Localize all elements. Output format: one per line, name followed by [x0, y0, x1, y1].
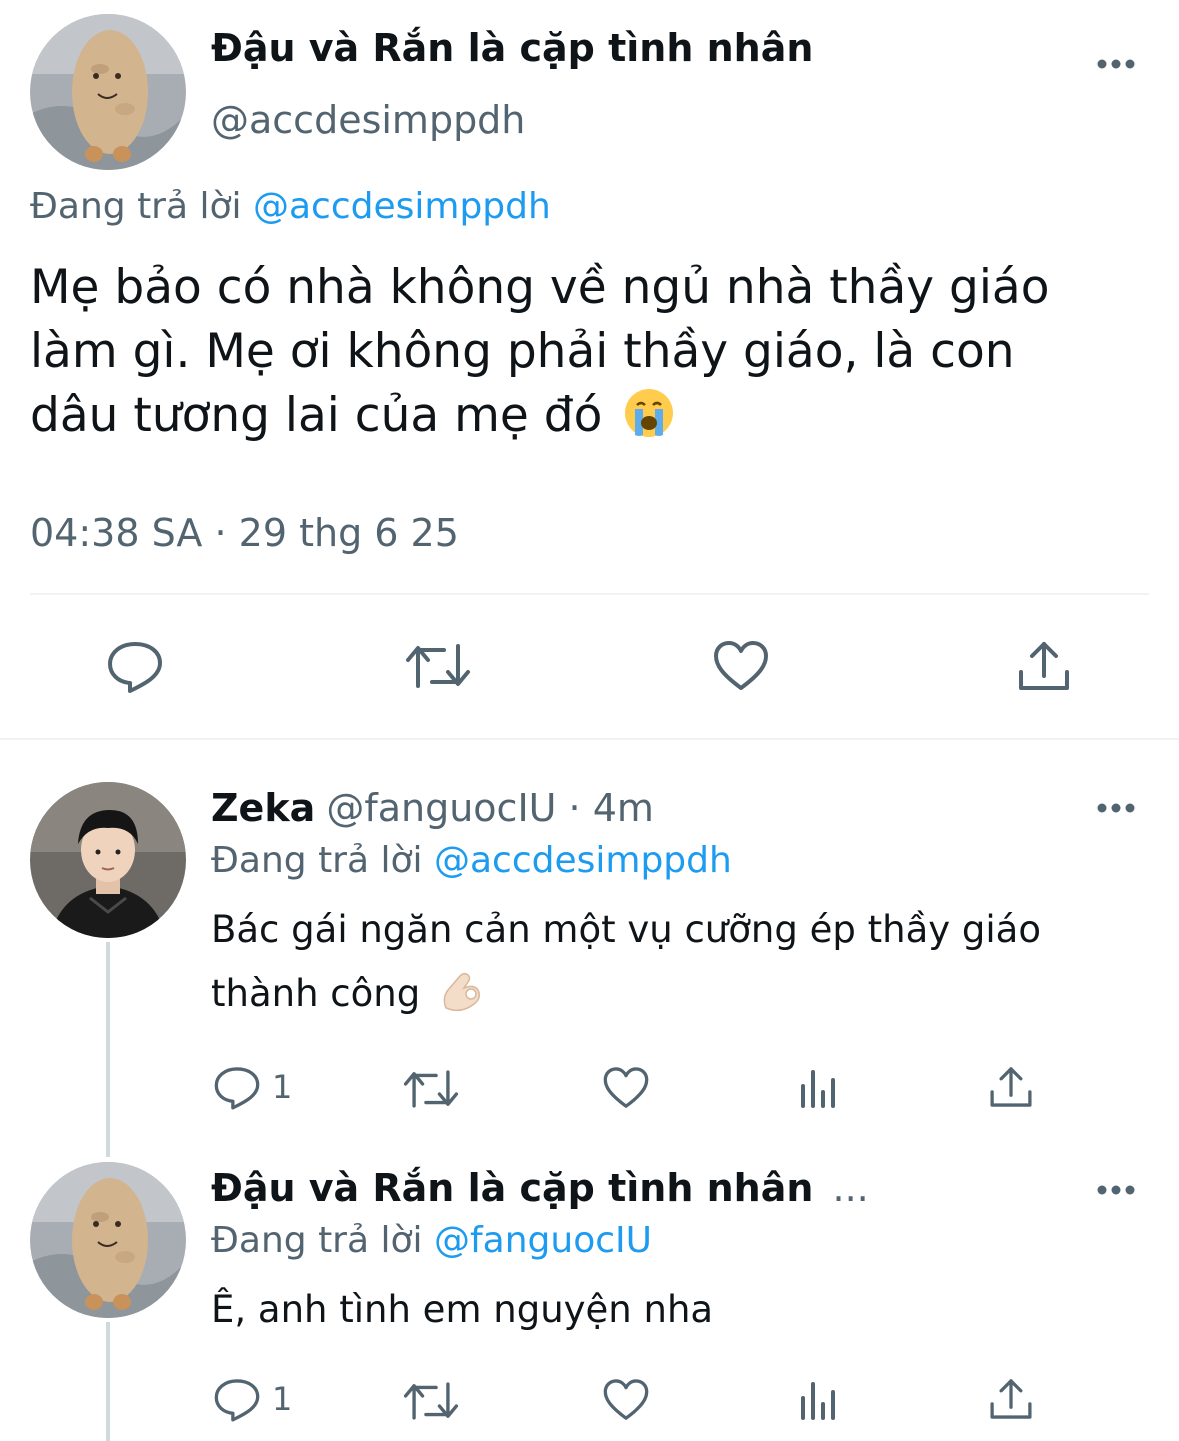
reply-avatar[interactable]: [30, 782, 186, 938]
main-tweet-text: Mẹ bảo có nhà không về ngủ nhà thầy giáo…: [30, 256, 1150, 448]
like-heart-icon[interactable]: [602, 1066, 650, 1110]
replying-prefix: Đang trả lời: [30, 186, 242, 227]
more-options-icon[interactable]: [1096, 802, 1136, 814]
reply-icon[interactable]: [213, 1377, 261, 1423]
more-options-icon[interactable]: [1096, 1184, 1136, 1196]
main-tweet-text-line: Mẹ bảo có nhà không về ngủ nhà thầy giáo: [30, 260, 1050, 315]
reply-text-line: Bác gái ngăn cản một vụ cưỡng ép thầy gi…: [211, 908, 1041, 951]
reply-replying-to: Đang trả lời @accdesimppdh: [211, 840, 732, 881]
retweet-icon[interactable]: [402, 1067, 460, 1111]
reply-handle[interactable]: @fanguocIU: [326, 786, 556, 830]
reply-handle-truncated[interactable]: ...: [833, 1166, 869, 1210]
retweet-icon[interactable]: [402, 1379, 460, 1423]
replying-prefix: Đang trả lời: [211, 1220, 423, 1261]
share-icon[interactable]: [988, 1064, 1034, 1110]
replying-to-link[interactable]: @accdesimppdh: [434, 840, 732, 881]
main-tweet-text-line: dâu tương lai của mẹ đó: [30, 388, 603, 443]
divider: [0, 738, 1179, 740]
main-tweet-replying-to: Đang trả lời @accdesimppdh: [30, 186, 551, 227]
reply-icon[interactable]: [213, 1065, 261, 1111]
reply-header: Zeka @fanguocIU · 4m: [211, 786, 654, 830]
ok-hand-emoji-icon: [438, 968, 484, 1014]
main-tweet-text-line: làm gì. Mẹ ơi không phải thầy giáo, là c…: [30, 324, 1015, 379]
reply-time[interactable]: · 4m: [556, 786, 654, 830]
thread-connector-line: [106, 1322, 110, 1441]
retweet-icon[interactable]: [404, 640, 472, 692]
reply-display-name[interactable]: Zeka: [211, 786, 315, 830]
main-tweet-timestamp[interactable]: 04:38 SA · 29 thg 6 25: [30, 511, 459, 555]
reply-text-line: thành công: [211, 972, 421, 1015]
reply-text: Bác gái ngăn cản một vụ cưỡng ép thầy gi…: [211, 898, 1151, 1026]
analytics-icon[interactable]: [799, 1378, 839, 1422]
loudly-crying-face-emoji-icon: [623, 387, 675, 439]
reply-avatar[interactable]: [30, 1162, 186, 1318]
replying-to-link[interactable]: @accdesimppdh: [253, 186, 551, 227]
reply-text: Ê, anh tình em nguyện nha: [211, 1278, 1151, 1342]
reply-header: Đậu và Rắn là cặp tình nhân ...: [211, 1166, 869, 1210]
main-tweet-display-name[interactable]: Đậu và Rắn là cặp tình nhân: [211, 26, 813, 70]
reply-count: 1: [272, 1068, 293, 1106]
analytics-icon[interactable]: [799, 1066, 839, 1110]
main-tweet-handle[interactable]: @accdesimppdh: [211, 98, 525, 142]
share-icon[interactable]: [1016, 638, 1072, 694]
more-options-icon[interactable]: [1096, 58, 1136, 70]
divider: [30, 593, 1149, 595]
reply-display-name[interactable]: Đậu và Rắn là cặp tình nhân: [211, 1166, 813, 1210]
share-icon[interactable]: [988, 1376, 1034, 1422]
main-tweet-avatar[interactable]: [30, 14, 186, 170]
like-heart-icon[interactable]: [712, 640, 770, 692]
replying-prefix: Đang trả lời: [211, 840, 423, 881]
like-heart-icon[interactable]: [602, 1378, 650, 1422]
reply-count: 1: [272, 1380, 293, 1418]
reply-icon[interactable]: [106, 640, 164, 694]
thread-connector-line: [106, 942, 110, 1157]
replying-to-link[interactable]: @fanguocIU: [434, 1220, 652, 1261]
reply-replying-to: Đang trả lời @fanguocIU: [211, 1220, 652, 1261]
reply-text-line: Ê, anh tình em nguyện nha: [211, 1288, 714, 1331]
